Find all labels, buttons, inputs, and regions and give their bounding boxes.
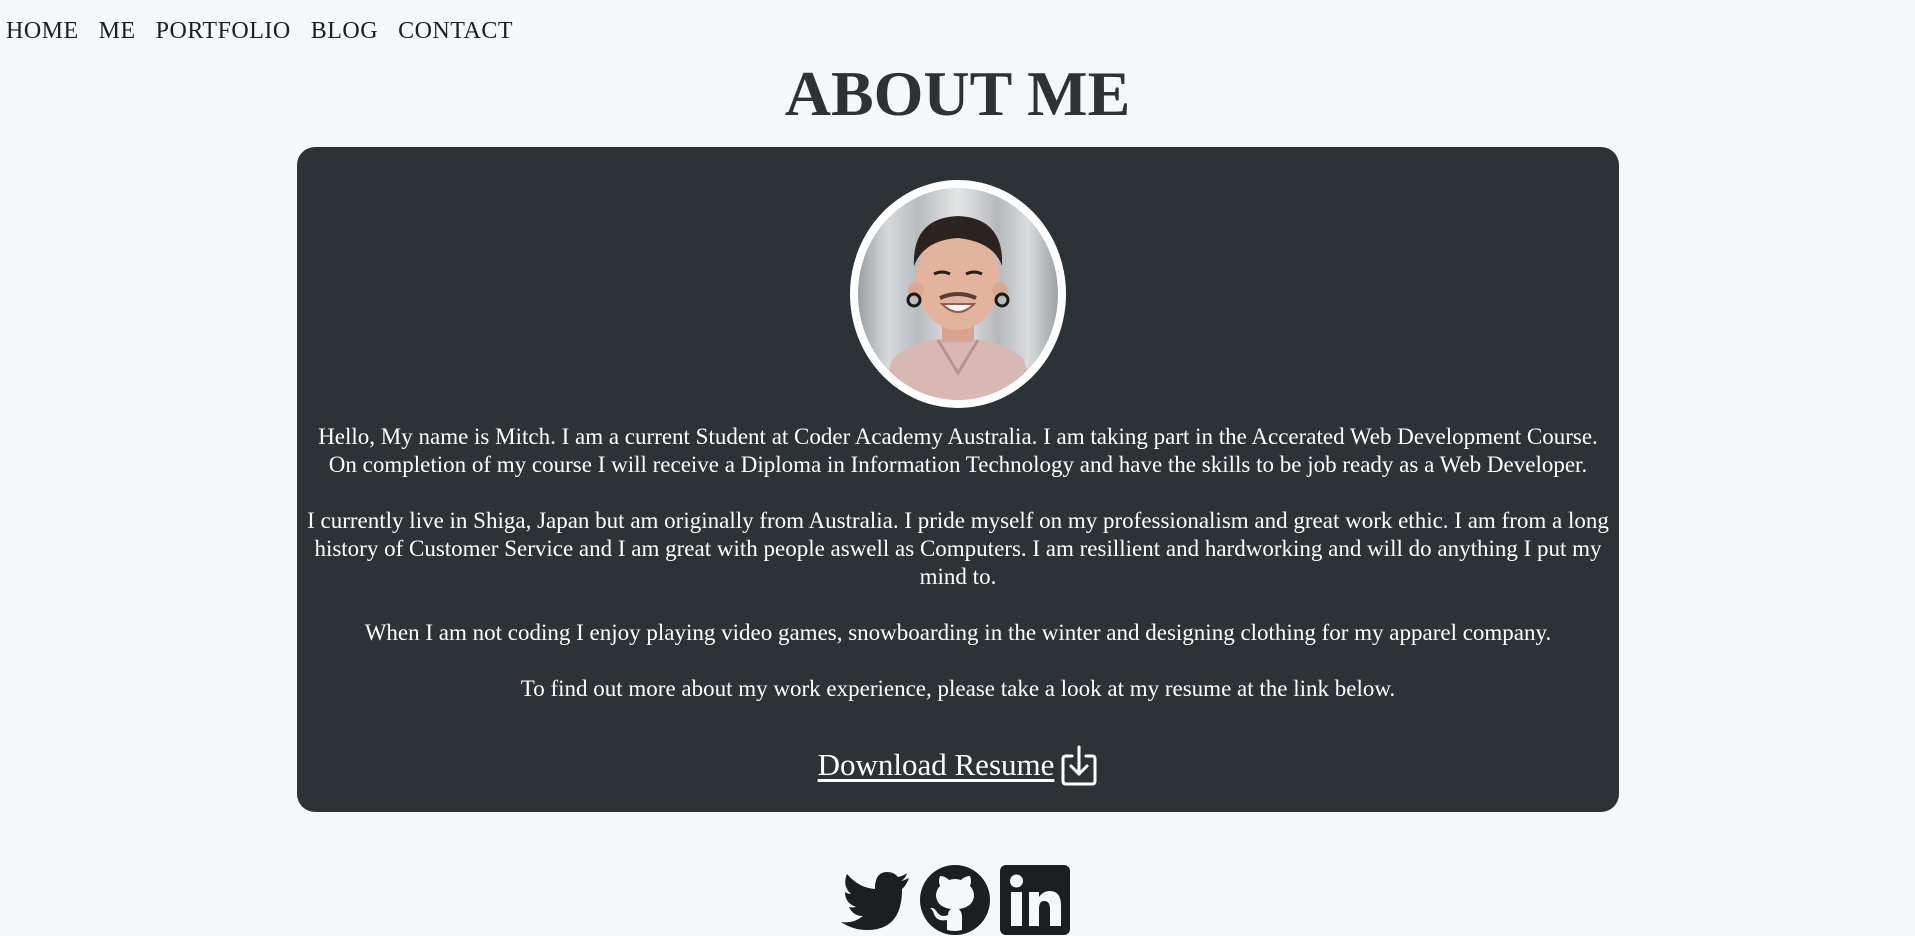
about-paragraph: Hello, My name is Mitch. I am a current … [318, 424, 1598, 477]
nav-home[interactable]: HOME [6, 18, 79, 45]
about-card: Hello, My name is Mitch. I am a current … [297, 147, 1619, 812]
profile-photo [878, 216, 1038, 400]
avatar-frame [850, 180, 1066, 408]
about-text: Hello, My name is Mitch. I am a current … [307, 423, 1609, 731]
twitter-icon[interactable] [839, 864, 911, 936]
about-paragraph: To find out more about my work experienc… [520, 676, 1396, 701]
download-resume-link[interactable]: Download Resume [818, 747, 1055, 783]
nav-contact[interactable]: CONTACT [398, 18, 513, 45]
page-title: ABOUT ME [784, 58, 1131, 129]
linkedin-icon[interactable] [999, 864, 1071, 936]
avatar [858, 188, 1058, 400]
about-paragraph: When I am not coding I enjoy playing vid… [364, 620, 1552, 645]
nav-blog[interactable]: BLOG [311, 18, 378, 45]
nav-portfolio[interactable]: PORTFOLIO [156, 18, 291, 45]
top-nav: HOME ME PORTFOLIO BLOG CONTACT [6, 18, 513, 45]
social-links [0, 864, 1912, 936]
nav-me[interactable]: ME [99, 18, 136, 45]
about-paragraph: I currently live in Shiga, Japan but am … [307, 508, 1609, 589]
download-resume-row: Download Resume [297, 744, 1619, 786]
download-icon[interactable] [1060, 744, 1098, 786]
github-icon[interactable] [919, 864, 991, 936]
